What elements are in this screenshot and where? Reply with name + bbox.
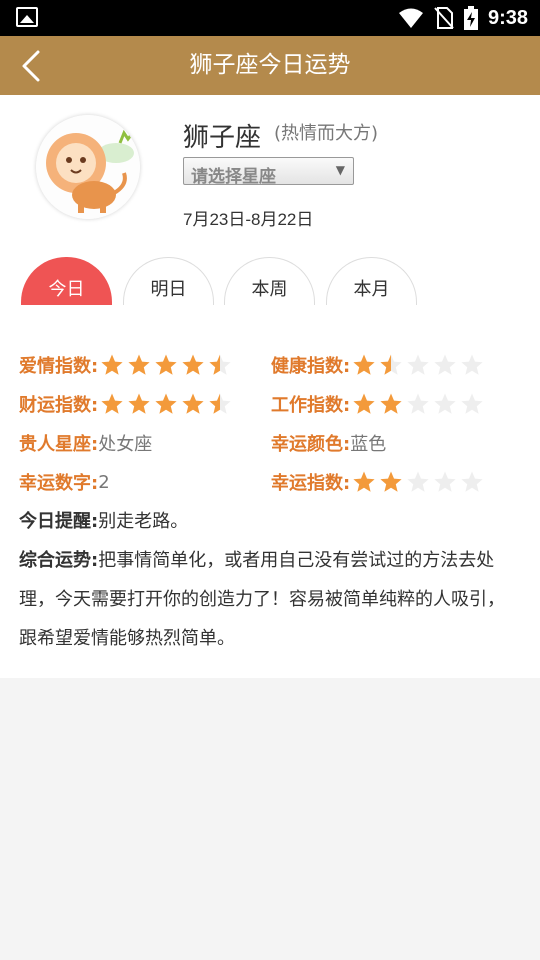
tab-tomorrow-label: 明日 bbox=[150, 279, 187, 300]
luck-index-row: 幸运指数: bbox=[271, 469, 484, 495]
lucky-color-label: 幸运颜色: bbox=[271, 434, 351, 455]
sign-description: (热情而大方) bbox=[274, 123, 379, 144]
tab-month[interactable]: 本月 bbox=[326, 257, 417, 305]
noble-sign-label: 贵人星座: bbox=[19, 434, 99, 455]
star-icon bbox=[209, 393, 231, 414]
daily-reminder: 今日提醒:别走老路。 bbox=[19, 502, 511, 541]
star-icon bbox=[155, 393, 177, 414]
star-icon bbox=[209, 354, 231, 375]
dropdown-arrow-icon: ▼ bbox=[335, 163, 345, 177]
star-icon bbox=[461, 471, 483, 492]
love-index-row: 爱情指数: bbox=[19, 352, 232, 378]
sign-date-range: 7月23日-8月22日 bbox=[183, 210, 314, 229]
health-index-label: 健康指数: bbox=[271, 356, 351, 377]
lucky-number-row: 幸运数字: 2 bbox=[19, 469, 110, 495]
star-icon bbox=[434, 354, 456, 375]
star-icon bbox=[182, 393, 204, 414]
wealth-index-label: 财运指数: bbox=[19, 395, 99, 416]
sign-name: 狮子座 bbox=[183, 123, 262, 153]
battery-charging-icon bbox=[463, 6, 478, 30]
work-index-stars bbox=[352, 392, 484, 416]
star-icon bbox=[461, 354, 483, 375]
tab-month-label: 本月 bbox=[353, 279, 390, 300]
lion-icon bbox=[36, 115, 140, 219]
star-icon bbox=[182, 354, 204, 375]
work-index-row: 工作指数: bbox=[271, 391, 484, 417]
star-icon bbox=[407, 354, 429, 375]
sign-select-label: 请选择星座 bbox=[191, 167, 276, 187]
gallery-icon bbox=[16, 7, 38, 27]
lucky-number-label: 幸运数字: bbox=[19, 473, 99, 494]
star-icon bbox=[101, 354, 123, 375]
star-icon bbox=[380, 471, 402, 492]
status-bar: 9:38 bbox=[0, 0, 540, 36]
star-icon bbox=[128, 354, 150, 375]
horoscope-card: 狮子座 (热情而大方) 请选择星座 ▼ 7月23日-8月22日 今日 明日 本周… bbox=[0, 95, 540, 678]
star-icon bbox=[353, 471, 375, 492]
tab-today-label: 今日 bbox=[48, 279, 85, 300]
star-icon bbox=[407, 471, 429, 492]
luck-index-stars bbox=[352, 470, 484, 494]
lucky-color-value: 蓝色 bbox=[350, 434, 387, 455]
sign-select-dropdown[interactable]: 请选择星座 ▼ bbox=[183, 157, 354, 187]
star-icon bbox=[407, 393, 429, 414]
no-sim-icon bbox=[434, 7, 454, 29]
status-time: 9:38 bbox=[487, 6, 528, 29]
star-icon bbox=[353, 354, 375, 375]
daily-reminder-label: 今日提醒: bbox=[19, 511, 99, 532]
wealth-index-row: 财运指数: bbox=[19, 391, 232, 417]
luck-index-label: 幸运指数: bbox=[271, 473, 351, 494]
lucky-color-row: 幸运颜色: 蓝色 bbox=[271, 430, 386, 456]
overall-fortune-label: 综合运势: bbox=[19, 550, 99, 571]
star-icon bbox=[434, 393, 456, 414]
star-icon bbox=[380, 354, 402, 375]
star-icon bbox=[380, 393, 402, 414]
star-icon bbox=[461, 393, 483, 414]
noble-sign-value: 处女座 bbox=[98, 434, 153, 455]
back-button[interactable] bbox=[14, 46, 54, 86]
noble-sign-row: 贵人星座: 处女座 bbox=[19, 430, 152, 456]
work-index-label: 工作指数: bbox=[271, 395, 351, 416]
tab-week-label: 本周 bbox=[251, 279, 288, 300]
overall-fortune: 综合运势:把事情简单化，或者用自己没有尝试过的方法去处理，今天需要打开你的创造力… bbox=[19, 541, 511, 658]
love-index-stars bbox=[100, 353, 232, 377]
app-bar: 狮子座今日运势 bbox=[0, 36, 540, 95]
wealth-index-stars bbox=[100, 392, 232, 416]
love-index-label: 爱情指数: bbox=[19, 356, 99, 377]
star-icon bbox=[434, 471, 456, 492]
tab-tomorrow[interactable]: 明日 bbox=[123, 257, 214, 305]
star-icon bbox=[101, 393, 123, 414]
tab-today[interactable]: 今日 bbox=[21, 257, 112, 305]
daily-reminder-text: 别走老路。 bbox=[98, 511, 189, 532]
health-index-stars bbox=[352, 353, 484, 377]
star-icon bbox=[128, 393, 150, 414]
health-index-row: 健康指数: bbox=[271, 352, 484, 378]
star-icon bbox=[353, 393, 375, 414]
page-title: 狮子座今日运势 bbox=[189, 52, 351, 78]
lucky-number-value: 2 bbox=[98, 471, 110, 493]
tab-week[interactable]: 本周 bbox=[224, 257, 315, 305]
wifi-icon bbox=[398, 8, 423, 28]
star-icon bbox=[155, 354, 177, 375]
